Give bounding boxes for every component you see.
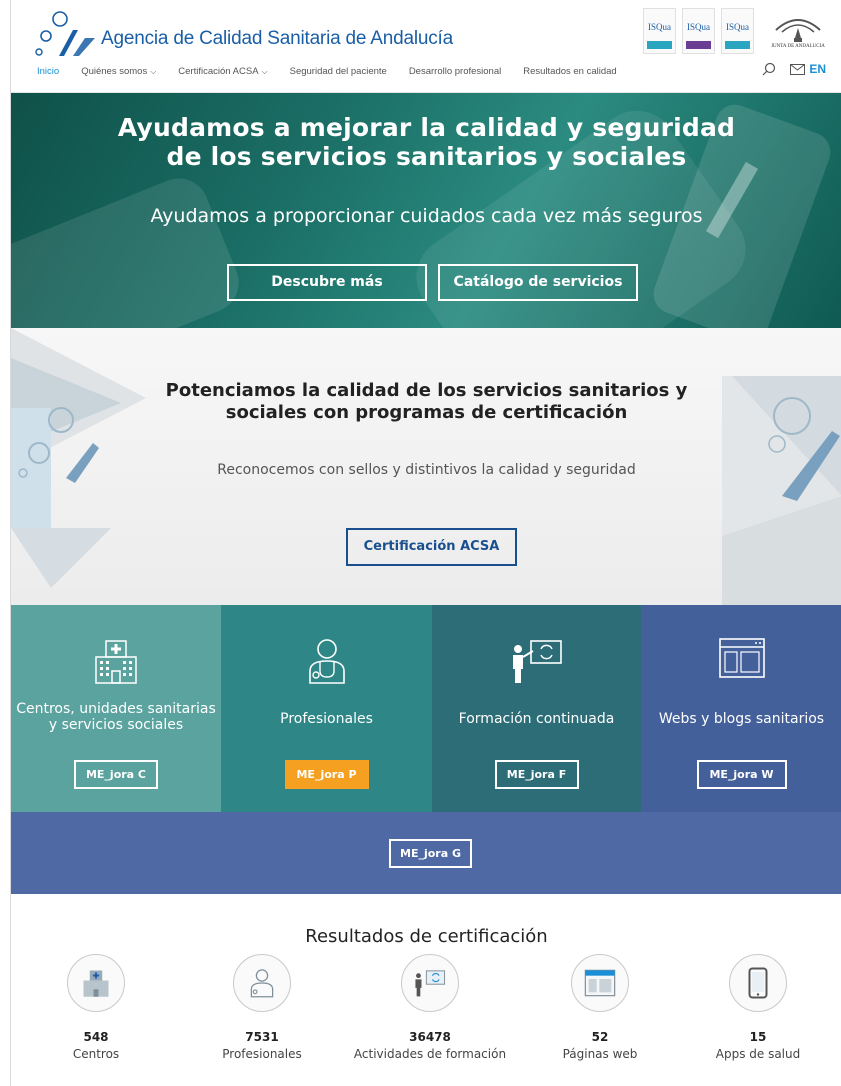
tile-centros[interactable]: Centros, unidades sanitarias y servicios…	[11, 605, 221, 812]
program-tiles: Centros, unidades sanitarias y servicios…	[11, 605, 841, 812]
isqua-badge-2[interactable]: ISQua	[682, 8, 715, 54]
certification-section: Potenciamos la calidad de los servicios …	[11, 328, 841, 605]
mejora-w-button[interactable]: ME_jora W	[696, 760, 787, 789]
hero-title: Ayudamos a mejorar la calidad y segurida…	[11, 113, 841, 171]
browser-icon	[718, 638, 765, 678]
main-nav: Inicio Quiénes somos ⌵ Certificación ACSA…	[37, 66, 639, 77]
stat-label: Profesionales	[222, 1047, 302, 1061]
catalog-button[interactable]: Catálogo de servicios	[438, 264, 638, 301]
nav-label: Certificación ACSA	[178, 66, 259, 77]
stat-icon-circle	[571, 954, 629, 1012]
search-icon[interactable]	[762, 62, 776, 76]
chevron-down-icon: ⌵	[261, 67, 268, 76]
hero-banner: Ayudamos a mejorar la calidad y segurida…	[11, 93, 841, 328]
results-title: Resultados de certificación	[305, 926, 548, 947]
nav-item-desarrollo[interactable]: Desarrollo profesional	[409, 66, 501, 77]
acsa-logo-icon[interactable]	[29, 10, 99, 60]
discover-button[interactable]: Descubre más	[227, 264, 427, 301]
tile-label: Profesionales	[280, 711, 373, 727]
badge-color-bar	[686, 41, 711, 49]
cert-title-line: sociales con programas de certificación	[225, 402, 628, 423]
nav-right: EN	[762, 62, 826, 76]
stat-centros: 548 Centros	[11, 954, 181, 1061]
stat-label: Actividades de formación	[353, 1047, 507, 1061]
teacher-icon	[415, 970, 446, 997]
junta-andalucia-logo-icon[interactable]	[768, 8, 828, 58]
isqua-badge-3[interactable]: ISQua	[721, 8, 754, 54]
stat-label: Centros	[72, 1047, 120, 1061]
acsa-certification-button[interactable]: Certificación ACSA	[346, 528, 517, 566]
badge-color-bar	[725, 41, 750, 49]
stat-webs: 52 Páginas web	[515, 954, 685, 1061]
stat-icon-circle	[233, 954, 291, 1012]
tile-formacion[interactable]: Formación continuada ME_jora F	[432, 605, 641, 812]
hospital-icon	[95, 640, 137, 684]
nav-item-resultados[interactable]: Resultados en calidad	[523, 66, 616, 77]
doctor-icon	[250, 969, 274, 998]
tile-label-line: y servicios sociales	[48, 717, 184, 733]
doctor-icon	[308, 639, 345, 684]
mejora-f-button[interactable]: ME_jora F	[494, 760, 579, 789]
stat-value: 36478	[409, 1030, 451, 1044]
mejora-c-button[interactable]: ME_jora C	[74, 760, 158, 789]
isqua-badge-text: ISQua	[726, 22, 749, 32]
stat-icon-circle	[401, 954, 459, 1012]
stat-value: 548	[83, 1030, 109, 1044]
tile-label-line: Centros, unidades sanitarias	[16, 701, 216, 717]
stat-apps: 15 Apps de salud	[673, 954, 841, 1061]
certification-results: Resultados de certificación 548 Centros	[11, 894, 841, 1086]
hero-subtitle: Ayudamos a proporcionar cuidados cada ve…	[150, 205, 703, 227]
nav-item-inicio[interactable]: Inicio	[37, 66, 59, 77]
hero-title-line: de los servicios sanitarios y sociales	[166, 142, 687, 171]
isqua-badge-1[interactable]: ISQua	[643, 8, 676, 54]
junta-text: JUNTA DE ANDALUCIA	[771, 44, 825, 49]
stat-label: Apps de salud	[715, 1047, 801, 1061]
smartphone-icon	[748, 967, 768, 999]
hospital-icon	[83, 970, 109, 997]
stat-icon-circle	[729, 954, 787, 1012]
stat-profesionales: 7531 Profesionales	[177, 954, 347, 1061]
nav-label: Quiénes somos	[81, 66, 148, 77]
nav-item-seguridad[interactable]: Seguridad del paciente	[290, 66, 387, 77]
stat-label: Páginas web	[562, 1047, 638, 1061]
isqua-badge-text: ISQua	[648, 22, 671, 32]
chevron-down-icon: ⌵	[150, 67, 157, 76]
hero-texture	[11, 169, 248, 328]
teacher-icon	[512, 640, 562, 683]
language-en-link[interactable]: EN	[809, 62, 826, 76]
site-header: Agencia de Calidad Sanitaria de Andalucí…	[11, 0, 841, 93]
accreditation-badges: ISQua ISQua ISQua	[643, 8, 754, 54]
badge-color-bar	[647, 41, 672, 49]
certification-title: Potenciamos la calidad de los servicios …	[11, 380, 841, 424]
stat-value: 52	[591, 1030, 609, 1044]
mejora-p-button[interactable]: ME_jora P	[284, 760, 369, 789]
nav-item-certificacion[interactable]: Certificación ACSA ⌵	[178, 66, 267, 77]
tile-label: Formación continuada	[458, 711, 615, 727]
tile-webs[interactable]: Webs y blogs sanitarios ME_jora W	[641, 605, 841, 812]
page-frame: Agencia de Calidad Sanitaria de Andalucí…	[10, 0, 841, 1086]
stat-value: 7531	[245, 1030, 279, 1044]
lang-switch: EN	[790, 62, 826, 76]
mejora-g-band: ME_jora G	[11, 812, 841, 894]
isqua-badge-text: ISQua	[687, 22, 710, 32]
stat-value: 15	[749, 1030, 767, 1044]
mail-icon[interactable]	[790, 63, 806, 75]
stat-formacion: 36478 Actividades de formación	[345, 954, 515, 1061]
agency-name[interactable]: Agencia de Calidad Sanitaria de Andalucí…	[101, 28, 453, 50]
stat-icon-circle	[67, 954, 125, 1012]
cert-title-line: Potenciamos la calidad de los servicios …	[165, 380, 688, 401]
certification-subtitle: Reconocemos con sellos y distintivos la …	[217, 462, 636, 478]
tile-profesionales[interactable]: Profesionales ME_jora P	[221, 605, 432, 812]
hero-title-line: Ayudamos a mejorar la calidad y segurida…	[117, 113, 736, 142]
tile-label: Centros, unidades sanitarias y servicios…	[11, 701, 221, 733]
nav-item-quienes-somos[interactable]: Quiénes somos ⌵	[81, 66, 156, 77]
tile-label: Webs y blogs sanitarios	[658, 711, 825, 727]
browser-icon	[584, 969, 616, 997]
mejora-g-button[interactable]: ME_jora G	[389, 839, 472, 868]
